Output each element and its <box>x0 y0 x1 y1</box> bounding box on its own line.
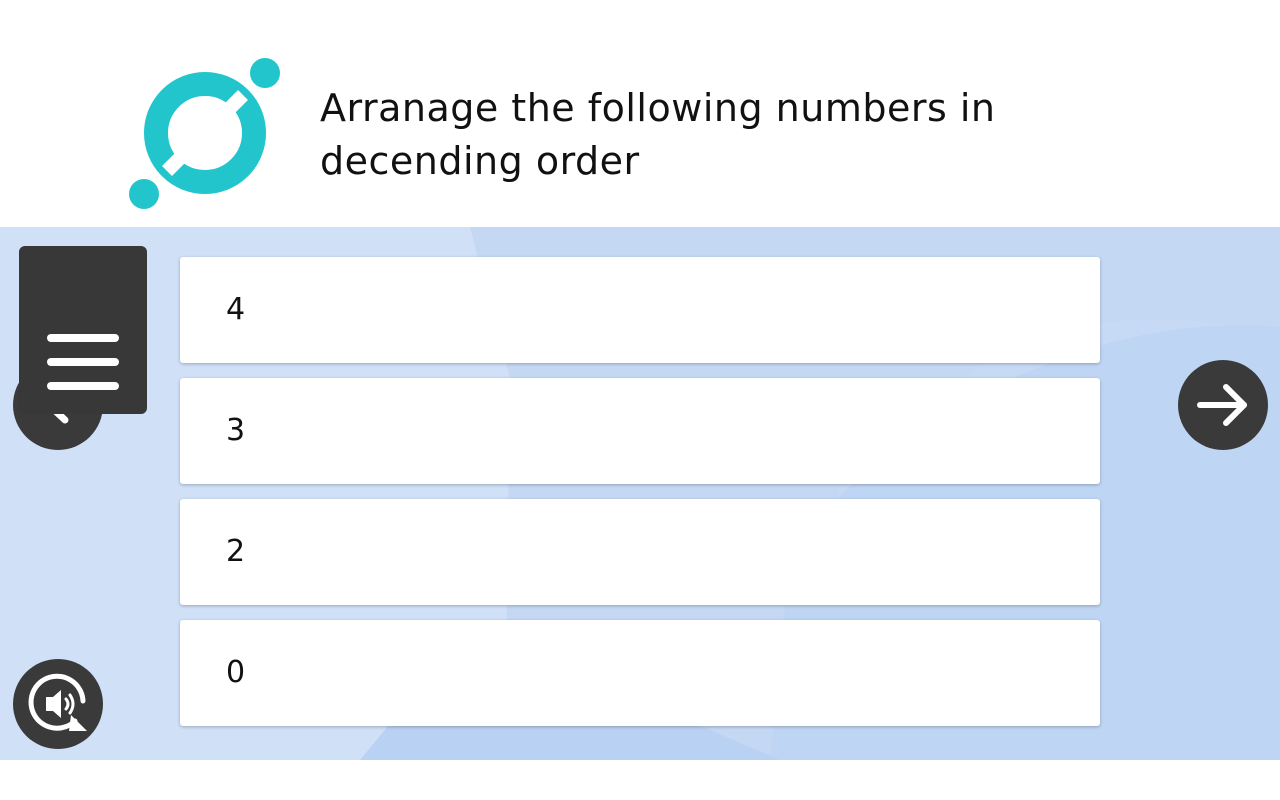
menu-button[interactable] <box>19 246 147 414</box>
brand-logo-icon <box>129 58 280 209</box>
replay-audio-icon <box>28 673 87 731</box>
arrow-right-icon <box>1197 384 1247 426</box>
hamburger-menu-icon <box>47 334 119 406</box>
question-header: Arranage the following numbers in decend… <box>0 40 1280 227</box>
list-item[interactable]: 0 <box>180 620 1100 726</box>
bottom-bar <box>0 760 1280 800</box>
list-item[interactable]: 2 <box>180 499 1100 605</box>
replay-audio-button[interactable] <box>13 659 103 749</box>
list-item[interactable]: 3 <box>180 378 1100 484</box>
question-text: Arranage the following numbers in decend… <box>320 86 996 183</box>
next-button[interactable] <box>1178 360 1268 450</box>
list-item-label: 0 <box>226 655 246 690</box>
list-item-label: 2 <box>226 534 246 569</box>
activity-stage: 4 3 2 0 <box>0 227 1280 760</box>
list-item-label: 4 <box>226 292 246 327</box>
top-bar <box>0 0 1280 41</box>
list-item[interactable]: 4 <box>180 257 1100 363</box>
sortable-list: 4 3 2 0 <box>180 257 1100 741</box>
list-item-label: 3 <box>226 413 246 448</box>
